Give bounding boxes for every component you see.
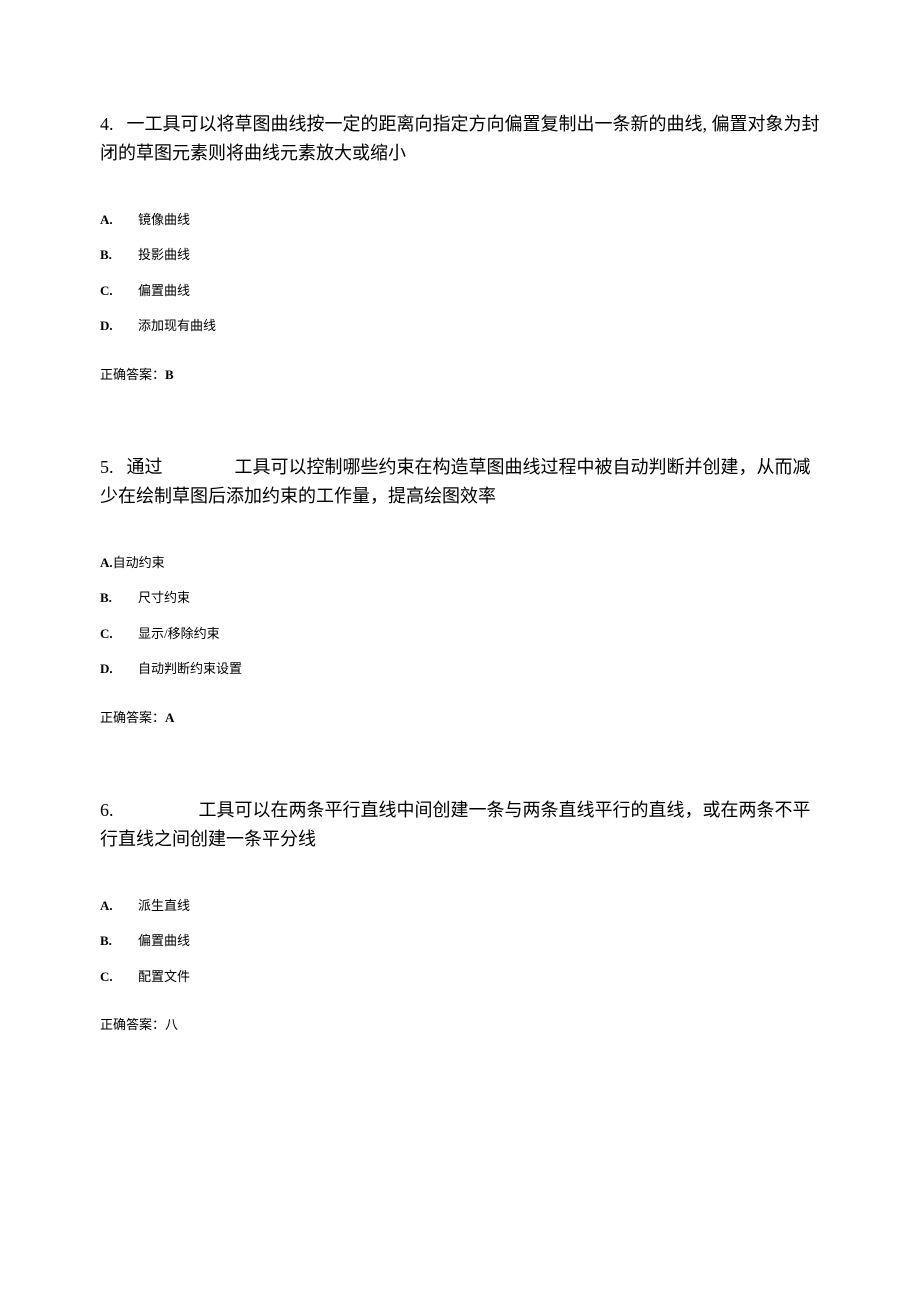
- option-letter: B.: [100, 933, 120, 949]
- option-letter: B.: [100, 590, 120, 606]
- answer-value: A: [165, 710, 174, 725]
- option-text: 镜像曲线: [138, 212, 190, 228]
- question-block: 5. 通过 工具可以控制哪些约束在构造草图曲线过程中被自动判断并创建，从而减少在…: [100, 453, 820, 726]
- option-text: 自动判断约束设置: [138, 661, 242, 677]
- option-text: 派生直线: [138, 898, 190, 914]
- options-list: A. 派生直线 B. 偏置曲线 C. 配置文件: [100, 898, 820, 985]
- answer-line: 正确答案：八: [100, 1014, 820, 1033]
- option-row: B. 尺寸约束: [100, 590, 820, 606]
- option-row: C. 显示/移除约束: [100, 626, 820, 642]
- option-row: C. 偏置曲线: [100, 283, 820, 299]
- option-text: 显示/移除约束: [138, 626, 220, 642]
- option-row: C. 配置文件: [100, 969, 820, 985]
- option-text: 添加现有曲线: [138, 318, 216, 334]
- option-row: B. 偏置曲线: [100, 933, 820, 949]
- question-number: 5.: [100, 453, 122, 482]
- option-letter: A.: [100, 555, 113, 571]
- answer-label: 正确答案：: [100, 367, 165, 382]
- answer-label: 正确答案：: [100, 1017, 165, 1032]
- option-letter: D.: [100, 661, 120, 677]
- question-block: 6. 工具可以在两条平行直线中间创建一条与两条直线平行的直线，或在两条不平行直线…: [100, 796, 820, 1033]
- option-row: D. 自动判断约束设置: [100, 661, 820, 677]
- question-body: 通过 工具可以控制哪些约束在构造草图曲线过程中被自动判断并创建，从而减少在绘制草…: [100, 457, 811, 506]
- option-letter: B.: [100, 247, 120, 263]
- option-text: 尺寸约束: [138, 590, 190, 606]
- option-letter: D.: [100, 318, 120, 334]
- question-text: 6. 工具可以在两条平行直线中间创建一条与两条直线平行的直线，或在两条不平行直线…: [100, 796, 820, 854]
- option-text: 配置文件: [138, 969, 190, 985]
- answer-value: B: [165, 367, 174, 382]
- option-letter: C.: [100, 283, 120, 299]
- option-text: 自动约束: [113, 555, 165, 571]
- option-letter: C.: [100, 626, 120, 642]
- option-row: D. 添加现有曲线: [100, 318, 820, 334]
- question-text: 4. 一工具可以将草图曲线按一定的距离向指定方向偏置复制出一条新的曲线, 偏置对…: [100, 110, 820, 168]
- option-row: A. 镜像曲线: [100, 212, 820, 228]
- answer-line: 正确答案：B: [100, 364, 820, 383]
- question-body: 工具可以在两条平行直线中间创建一条与两条直线平行的直线，或在两条不平行直线之间创…: [100, 800, 811, 849]
- option-letter: A.: [100, 212, 120, 228]
- option-row: A. 派生直线: [100, 898, 820, 914]
- answer-line: 正确答案：A: [100, 707, 820, 726]
- question-body: 一工具可以将草图曲线按一定的距离向指定方向偏置复制出一条新的曲线, 偏置对象为封…: [100, 114, 820, 163]
- option-row: A.自动约束: [100, 555, 820, 571]
- options-list: A. 镜像曲线 B. 投影曲线 C. 偏置曲线 D. 添加现有曲线: [100, 212, 820, 334]
- question-number: 4.: [100, 110, 122, 139]
- option-text: 偏置曲线: [138, 933, 190, 949]
- answer-label: 正确答案：: [100, 710, 165, 725]
- answer-value: 八: [165, 1017, 178, 1032]
- question-number: 6.: [100, 796, 122, 825]
- option-row: B. 投影曲线: [100, 247, 820, 263]
- option-text: 投影曲线: [138, 247, 190, 263]
- question-block: 4. 一工具可以将草图曲线按一定的距离向指定方向偏置复制出一条新的曲线, 偏置对…: [100, 110, 820, 383]
- question-text: 5. 通过 工具可以控制哪些约束在构造草图曲线过程中被自动判断并创建，从而减少在…: [100, 453, 820, 511]
- option-text: 偏置曲线: [138, 283, 190, 299]
- options-list: A.自动约束 B. 尺寸约束 C. 显示/移除约束 D. 自动判断约束设置: [100, 555, 820, 677]
- option-letter: C.: [100, 969, 120, 985]
- option-letter: A.: [100, 898, 120, 914]
